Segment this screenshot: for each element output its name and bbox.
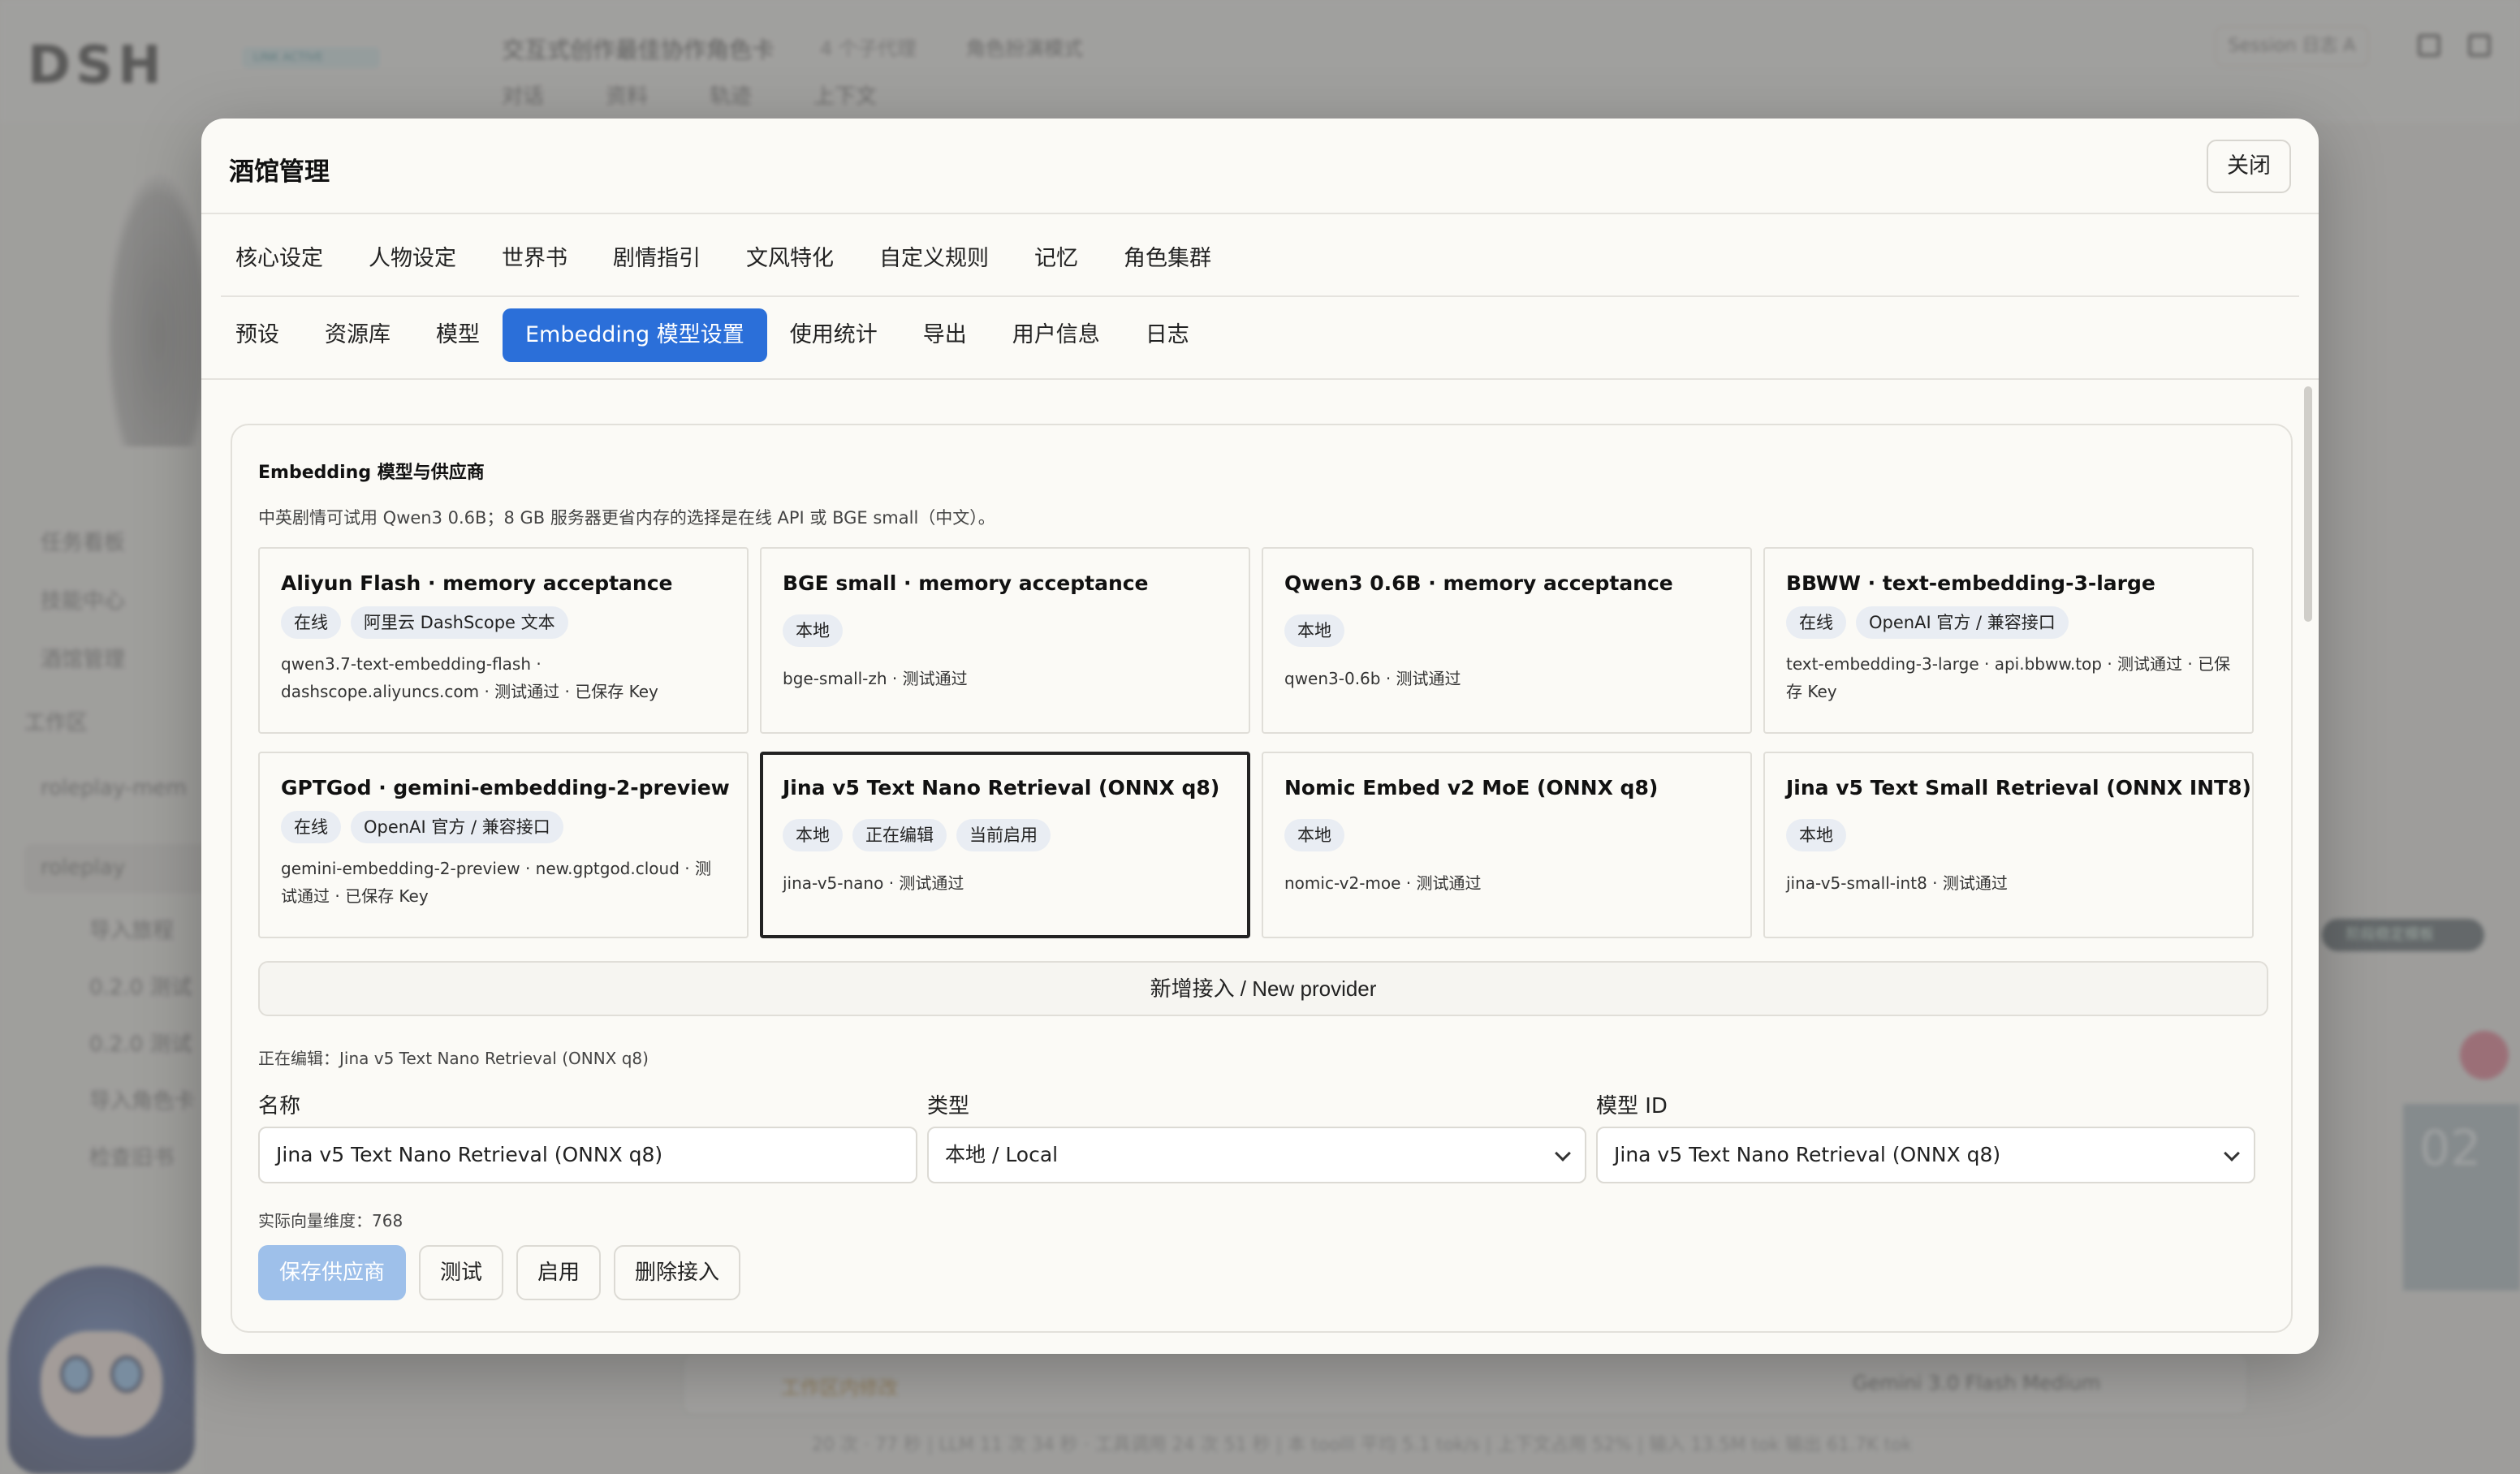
provider-badge: 在线	[281, 811, 341, 843]
model-id-select[interactable]: Jina v5 Text Nano Retrieval (ONNX q8)	[1596, 1127, 2255, 1183]
provider-badge: 在线	[1786, 606, 1846, 639]
provider-meta: nomic-v2-moe · 测试通过	[1284, 873, 1482, 893]
name-label: 名称	[258, 1094, 301, 1118]
tab-usage-stats[interactable]: 使用统计	[767, 308, 900, 362]
provider-meta: bge-small-zh · 测试通过	[783, 669, 968, 688]
provider-card[interactable]: BBWW · text-embedding-3-large 在线 OpenAI …	[1763, 547, 2254, 734]
provider-name: Jina v5 Text Nano Retrieval (ONNX q8)	[783, 776, 1220, 799]
tabs-row-1: 核心设定 人物设定 世界书 剧情指引 文风特化 自定义规则 记忆 角色集群	[213, 232, 1234, 286]
chevron-down-icon	[2224, 1145, 2240, 1162]
provider-name: Nomic Embed v2 MoE (ONNX q8)	[1284, 776, 1659, 799]
provider-meta: jina-v5-nano · 测试通过	[783, 873, 964, 893]
type-select-value: 本地 / Local	[945, 1143, 1059, 1166]
tab-embedding-settings[interactable]: Embedding 模型设置	[503, 308, 767, 362]
model-id-select-value: Jina v5 Text Nano Retrieval (ONNX q8)	[1614, 1143, 2001, 1166]
model-id-label: 模型 ID	[1596, 1094, 1668, 1118]
tab-presets[interactable]: 预设	[213, 308, 302, 362]
tab-user-info[interactable]: 用户信息	[990, 308, 1123, 362]
provider-meta: text-embedding-3-large · api.bbww.top · …	[1786, 654, 2231, 701]
scrollbar[interactable]	[2304, 386, 2312, 622]
provider-badges: 本地	[1284, 614, 1729, 647]
type-select[interactable]: 本地 / Local	[927, 1127, 1586, 1183]
tab-world-book[interactable]: 世界书	[479, 232, 590, 286]
panel-title: Embedding 模型与供应商	[258, 463, 485, 483]
provider-name: Aliyun Flash · memory acceptance	[281, 571, 673, 595]
provider-badge: OpenAI 官方 / 兼容接口	[351, 811, 563, 843]
provider-card[interactable]: GPTGod · gemini-embedding-2-preview 在线 O…	[258, 752, 749, 938]
provider-card-selected[interactable]: Jina v5 Text Nano Retrieval (ONNX q8) 本地…	[760, 752, 1250, 938]
provider-badge: 本地	[1284, 819, 1344, 851]
delete-provider-button[interactable]: 删除接入	[614, 1245, 741, 1300]
provider-badge: 当前启用	[956, 819, 1051, 851]
vector-dimension: 实际向量维度：768	[258, 1211, 403, 1230]
tab-custom-rules[interactable]: 自定义规则	[857, 232, 1012, 286]
divider	[201, 378, 2319, 380]
new-provider-button[interactable]: 新增接入 / New provider	[258, 961, 2268, 1016]
modal-title: 酒馆管理	[229, 157, 330, 187]
provider-badges: 在线 OpenAI 官方 / 兼容接口	[1786, 606, 2231, 639]
embedding-panel: Embedding 模型与供应商 中英剧情可试用 Qwen3 0.6B；8 GB…	[231, 424, 2293, 1333]
tab-style[interactable]: 文风特化	[723, 232, 857, 286]
provider-badge: 本地	[783, 614, 843, 647]
provider-badges: 本地 正在编辑 当前启用	[783, 819, 1228, 851]
provider-badges: 本地	[783, 614, 1228, 647]
provider-badges: 在线 OpenAI 官方 / 兼容接口	[281, 811, 726, 843]
provider-badge: 阿里云 DashScope 文本	[351, 606, 568, 639]
test-button[interactable]: 测试	[419, 1245, 504, 1300]
tab-export[interactable]: 导出	[900, 308, 990, 362]
editing-label: 正在编辑：Jina v5 Text Nano Retrieval (ONNX q…	[258, 1049, 649, 1068]
panel-hint: 中英剧情可试用 Qwen3 0.6B；8 GB 服务器更省内存的选择是在线 AP…	[258, 508, 995, 528]
provider-card[interactable]: Aliyun Flash · memory acceptance 在线 阿里云 …	[258, 547, 749, 734]
provider-name: GPTGod · gemini-embedding-2-preview	[281, 776, 730, 799]
tab-character-cluster[interactable]: 角色集群	[1101, 232, 1234, 286]
provider-badge: 正在编辑	[852, 819, 947, 851]
provider-badges: 本地	[1786, 819, 2231, 851]
name-input[interactable]: Jina v5 Text Nano Retrieval (ONNX q8)	[258, 1127, 917, 1183]
tab-models[interactable]: 模型	[413, 308, 503, 362]
provider-meta: qwen3.7-text-embedding-flash · dashscope…	[281, 654, 658, 701]
provider-badges: 在线 阿里云 DashScope 文本	[281, 606, 726, 639]
close-button[interactable]: 关闭	[2207, 140, 2291, 193]
provider-meta: gemini-embedding-2-preview · new.gptgod.…	[281, 859, 711, 906]
tavern-management-modal: 酒馆管理 关闭 核心设定 人物设定 世界书 剧情指引 文风特化 自定义规则 记忆…	[201, 119, 2319, 1354]
provider-meta: qwen3-0.6b · 测试通过	[1284, 669, 1461, 688]
provider-name: Jina v5 Text Small Retrieval (ONNX INT8)	[1786, 776, 2251, 799]
tab-core-settings[interactable]: 核心设定	[213, 232, 346, 286]
action-buttons: 保存供应商 测试 启用 删除接入	[258, 1245, 741, 1300]
provider-name: Qwen3 0.6B · memory acceptance	[1284, 571, 1673, 595]
tabs-row-2: 预设 资源库 模型 Embedding 模型设置 使用统计 导出 用户信息 日志	[213, 308, 1212, 362]
provider-card[interactable]: BGE small · memory acceptance 本地 bge-sma…	[760, 547, 1250, 734]
save-provider-button[interactable]: 保存供应商	[258, 1245, 407, 1300]
provider-meta: jina-v5-small-int8 · 测试通过	[1786, 873, 2008, 893]
provider-badge: 本地	[1786, 819, 1846, 851]
provider-card[interactable]: Nomic Embed v2 MoE (ONNX q8) 本地 nomic-v2…	[1262, 752, 1752, 938]
divider	[221, 295, 2299, 297]
provider-name: BBWW · text-embedding-3-large	[1786, 571, 2155, 595]
tab-memory[interactable]: 记忆	[1012, 232, 1101, 286]
provider-badge: 在线	[281, 606, 341, 639]
tab-resources[interactable]: 资源库	[302, 308, 413, 362]
chevron-down-icon	[1555, 1145, 1571, 1162]
provider-badge: OpenAI 官方 / 兼容接口	[1856, 606, 2069, 639]
tab-logs[interactable]: 日志	[1123, 308, 1212, 362]
provider-card[interactable]: Jina v5 Text Small Retrieval (ONNX INT8)…	[1763, 752, 2254, 938]
provider-badge: 本地	[783, 819, 843, 851]
provider-badges: 本地	[1284, 819, 1729, 851]
tab-character-settings[interactable]: 人物设定	[346, 232, 479, 286]
provider-card[interactable]: Qwen3 0.6B · memory acceptance 本地 qwen3-…	[1262, 547, 1752, 734]
provider-name: BGE small · memory acceptance	[783, 571, 1149, 595]
tab-plot-guide[interactable]: 剧情指引	[590, 232, 723, 286]
enable-button[interactable]: 启用	[516, 1245, 602, 1300]
type-label: 类型	[927, 1094, 970, 1118]
provider-badge: 本地	[1284, 614, 1344, 647]
divider	[201, 213, 2319, 214]
